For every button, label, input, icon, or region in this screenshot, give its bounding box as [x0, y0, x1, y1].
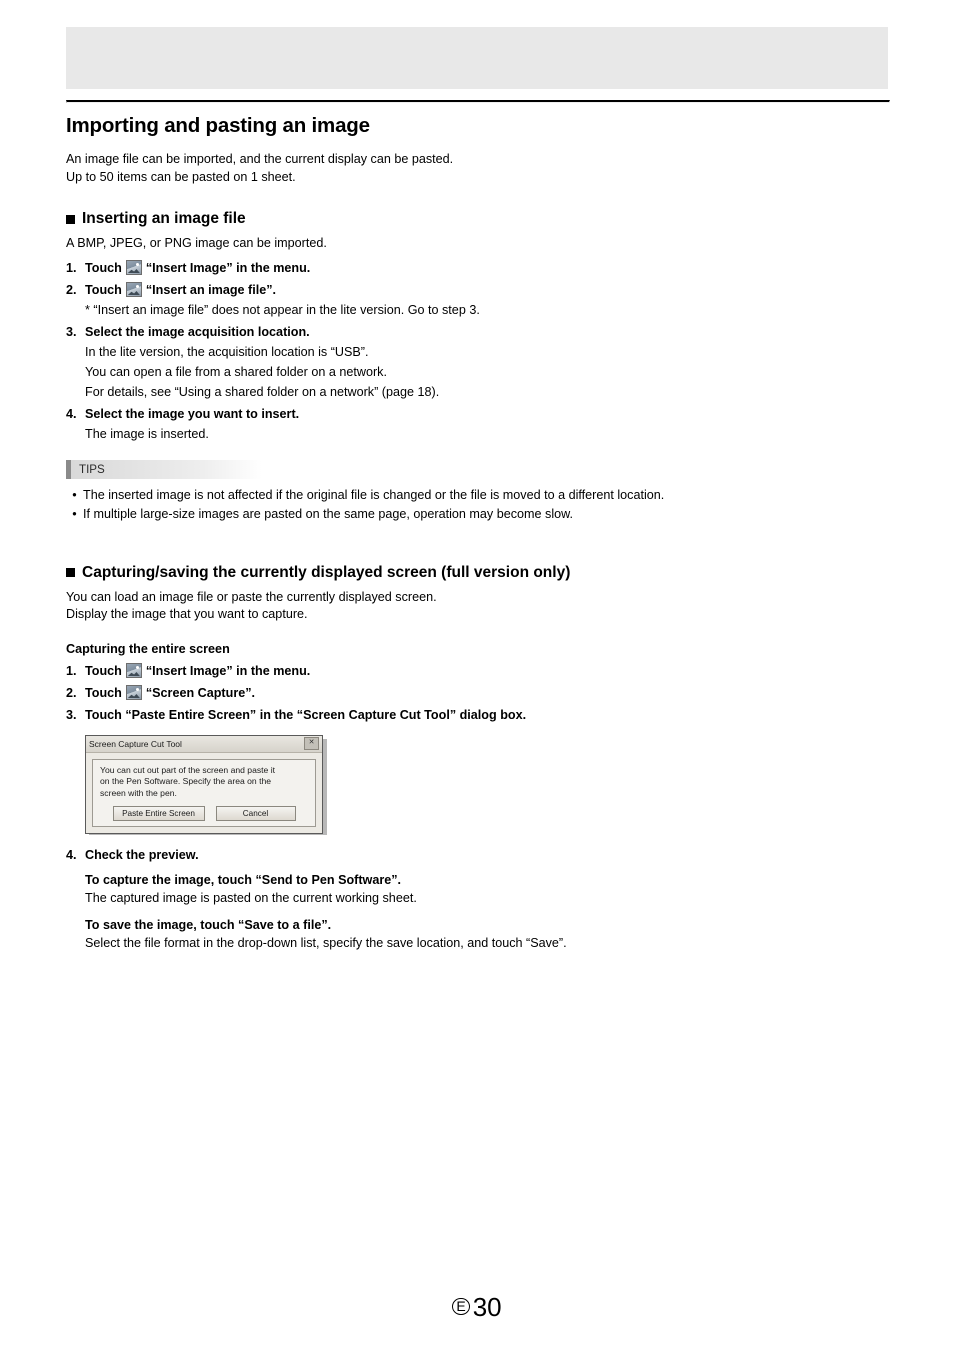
list-item: • If multiple large-size images are past…: [66, 505, 888, 524]
step-line: 1. Touch “Insert Image” in the menu.: [66, 662, 888, 680]
tip-text: If multiple large-size images are pasted…: [83, 506, 574, 521]
insert-image-file-icon: [125, 282, 142, 297]
tips-label: TIPS: [79, 462, 105, 476]
step-post-text: Check the preview.: [85, 847, 199, 862]
page-title: Importing and pasting an image: [66, 114, 370, 137]
page-content: Importing and pasting an image An image …: [66, 100, 890, 953]
paste-entire-screen-button[interactable]: Paste Entire Screen: [112, 805, 205, 821]
document-page: Importing and pasting an image An image …: [0, 0, 954, 1350]
screen-capture-dialog-figure: Screen Capture Cut Tool ✕ You can cut ou…: [85, 734, 327, 835]
step-line: 4. Select the image you want to insert.: [66, 405, 888, 423]
step-item: 2. Touch “Screen Capture”.: [66, 684, 888, 702]
dialog-titlebar: Screen Capture Cut Tool ✕: [86, 735, 322, 753]
dialog-title-text: Screen Capture Cut Tool: [89, 738, 182, 749]
step-post-text: “Insert an image file”.: [145, 282, 277, 297]
tips-accent-bar: [66, 459, 71, 479]
dialog-body: You can cut out part of the screen and p…: [92, 758, 316, 827]
page-number: 30: [472, 1292, 502, 1322]
insert-image-icon: [125, 260, 142, 275]
section1-steps: 1. Touch “Insert Image” in the menu. 2. …: [66, 259, 888, 443]
page-footer: E 30: [0, 1292, 954, 1323]
step-item: 2. Touch “Insert an image file”. * “Inse…: [66, 281, 888, 319]
step-post-text: “Insert Image” in the menu.: [145, 663, 311, 678]
step-post-text: Select the image you want to insert.: [85, 406, 300, 421]
step-pre-text: Touch: [85, 282, 122, 297]
step-post-text: Select the image acquisition location.: [85, 324, 310, 339]
capture-option-heading: To capture the image, touch “Send to Pen…: [85, 872, 402, 887]
section2-step4: 4. Check the preview.: [66, 848, 888, 862]
section2-lead-line-2: Display the image that you want to captu…: [66, 607, 308, 621]
dialog-button-row: Paste Entire Screen Cancel: [93, 805, 315, 821]
section2-subheading: Capturing the entire screen: [66, 641, 230, 656]
section1-lead: A BMP, JPEG, or PNG image can be importe…: [66, 236, 327, 250]
intro-line-1: An image file can be imported, and the c…: [66, 152, 454, 166]
section-heading-capturing-screen: Capturing/saving the currently displayed…: [66, 564, 888, 582]
dialog-message-line-2: on the Pen Software. Specify the area on…: [100, 776, 272, 786]
step-line: 2. Touch “Insert an image file”.: [66, 281, 888, 299]
header-band: [66, 27, 888, 89]
step-number: 4.: [66, 847, 77, 862]
list-item: • The inserted image is not affected if …: [66, 486, 888, 505]
step-line: 3. Touch “Paste Entire Screen” in the “S…: [66, 706, 888, 724]
step-number: 3.: [66, 707, 77, 722]
tips-list: • The inserted image is not affected if …: [66, 486, 888, 524]
bullet-dot-icon: •: [72, 487, 77, 502]
step-pre-text: Touch: [85, 260, 122, 275]
step-note: You can open a file from a shared folder…: [85, 364, 387, 379]
close-icon[interactable]: ✕: [304, 737, 319, 750]
dialog-message-line-1: You can cut out part of the screen and p…: [100, 764, 276, 775]
intro-line-2: Up to 50 items can be pasted on 1 sheet.: [66, 169, 296, 184]
step-note: For details, see “Using a shared folder …: [85, 384, 440, 399]
step-item: 3. Select the image acquisition location…: [66, 323, 888, 401]
step-item: 1. Touch “Insert Image” in the menu.: [66, 662, 888, 680]
cancel-button[interactable]: Cancel: [215, 805, 296, 821]
section2-lead: You can load an image file or paste the …: [66, 589, 888, 624]
step-number: 2.: [66, 282, 77, 297]
save-option-heading: To save the image, touch “Save to a file…: [85, 918, 332, 932]
step-post-text: “Screen Capture”.: [145, 685, 256, 700]
dialog-message: You can cut out part of the screen and p…: [93, 760, 315, 805]
screen-capture-icon: [125, 685, 142, 700]
step-item: 1. Touch “Insert Image” in the menu.: [66, 259, 888, 277]
step-note: In the lite version, the acquisition loc…: [85, 344, 369, 359]
step-post-text: Touch “Paste Entire Screen” in the “Scre…: [85, 707, 527, 722]
step-note: The image is inserted.: [85, 426, 209, 441]
section2-steps: 1. Touch “Insert Image” in the menu. 2. …: [66, 662, 888, 724]
footer-mark: E: [452, 1298, 470, 1315]
step-item: 3. Touch “Paste Entire Screen” in the “S…: [66, 706, 888, 724]
step-item: 4. Select the image you want to insert. …: [66, 405, 888, 443]
save-option-text: Select the file format in the drop-down …: [85, 936, 567, 950]
screen-capture-cut-tool-dialog: Screen Capture Cut Tool ✕ You can cut ou…: [85, 734, 323, 834]
step-pre-text: Touch: [85, 685, 122, 700]
step-number: 1.: [66, 260, 77, 275]
step-line: 4. Check the preview.: [66, 848, 888, 862]
bullet-dot-icon: •: [72, 506, 77, 521]
step-pre-text: Touch: [85, 663, 122, 678]
section-heading-inserting-image-file: Inserting an image file: [66, 210, 888, 228]
capture-option-text: The captured image is pasted on the curr…: [85, 890, 417, 905]
dialog-message-line-3: screen with the pen.: [100, 787, 177, 798]
step-number: 2.: [66, 685, 77, 700]
step-number: 3.: [66, 324, 77, 339]
step-line: 3. Select the image acquisition location…: [66, 323, 888, 341]
step-line: 1. Touch “Insert Image” in the menu.: [66, 259, 888, 277]
bullet-square-icon: [66, 568, 75, 577]
title-divider: [66, 100, 890, 103]
bullet-square-icon: [66, 214, 75, 224]
section2-heading-text: Capturing/saving the currently displayed…: [82, 563, 571, 581]
step-note: * “Insert an image file” does not appear…: [85, 302, 480, 317]
insert-image-icon: [125, 663, 142, 678]
step-line: 2. Touch “Screen Capture”.: [66, 684, 888, 702]
step-number: 4.: [66, 406, 77, 421]
section2-lead-line-1: You can load an image file or paste the …: [66, 589, 437, 604]
step-number: 1.: [66, 663, 77, 678]
tips-bar: TIPS: [66, 459, 262, 479]
step-post-text: “Insert Image” in the menu.: [145, 260, 311, 275]
page-intro: An image file can be imported, and the c…: [66, 151, 888, 186]
section1-heading-text: Inserting an image file: [82, 210, 246, 227]
tip-text: The inserted image is not affected if th…: [83, 487, 665, 502]
